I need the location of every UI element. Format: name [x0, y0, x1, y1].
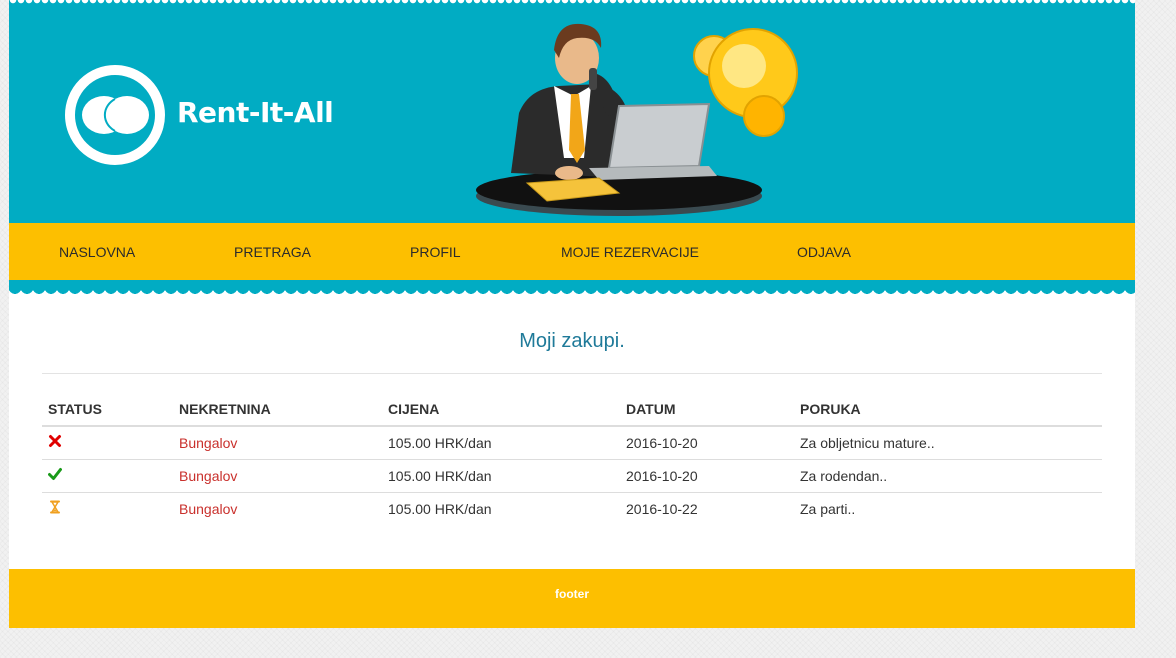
nav-item-pretraga[interactable]: PRETRAGA [234, 244, 311, 260]
column-header-datum: DATUM [620, 393, 794, 427]
date-cell: 2016-10-20 [620, 459, 794, 493]
column-header-cijena: CIJENA [382, 393, 620, 427]
nav-scallop-border [9, 280, 1135, 294]
header-scallop-border [9, 0, 1135, 6]
date-cell: 2016-10-20 [620, 426, 794, 460]
column-header-status: STATUS [42, 393, 173, 427]
page: Rent-It-All NASLOVNA PRETRAGA PROFIL MOJ… [9, 0, 1135, 628]
footer-text: footer [555, 587, 589, 601]
table-row: Bungalov 105.00 HRK/dan 2016-10-22 Za pa… [42, 493, 1102, 526]
footer: footer [9, 569, 1135, 628]
message-cell: Za rodendan.. [794, 459, 1102, 493]
nav-item-naslovna[interactable]: NASLOVNA [59, 244, 135, 260]
price-cell: 105.00 HRK/dan [388, 500, 492, 517]
header: Rent-It-All [9, 0, 1135, 223]
approved-icon [48, 468, 62, 480]
price-cell: 105.00 HRK/dan [382, 459, 620, 493]
table-row: Bungalov 105.00 HRK/dan 2016-10-20 Za ro… [42, 459, 1102, 493]
column-header-nekretnina: NEKRETNINA [173, 393, 382, 427]
property-link[interactable]: Bungalov [179, 468, 237, 484]
column-header-poruka: PORUKA [794, 393, 1102, 427]
nav-item-moje-rezervacije[interactable]: MOJE REZERVACIJE [561, 244, 699, 260]
logo-icon[interactable] [64, 64, 166, 166]
status-cell [42, 426, 173, 460]
rentals-table: STATUS NEKRETNINA CIJENA DATUM PORUKA Bu… [42, 393, 1102, 525]
message-cell: Za parti.. [800, 500, 856, 517]
message-cell: Za obljetnicu mature.. [794, 426, 1102, 460]
pending-icon [50, 500, 60, 514]
businessman-illustration [476, 23, 798, 216]
nav-item-odjava[interactable]: ODJAVA [797, 244, 851, 260]
divider [42, 373, 1102, 374]
property-link[interactable]: Bungalov [179, 501, 237, 517]
date-cell: 2016-10-22 [626, 500, 698, 517]
status-cell [42, 459, 173, 493]
nav-item-profil[interactable]: PROFIL [410, 244, 461, 260]
price-cell: 105.00 HRK/dan [382, 426, 620, 460]
page-title: Moji zakupi. [519, 330, 625, 352]
status-cell [42, 493, 173, 526]
property-link[interactable]: Bungalov [179, 435, 237, 451]
brand-name[interactable]: Rent-It-All [177, 96, 334, 129]
table-row: Bungalov 105.00 HRK/dan 2016-10-20 Za ob… [42, 426, 1102, 460]
rejected-icon [49, 435, 61, 447]
table-header-row: STATUS NEKRETNINA CIJENA DATUM PORUKA [42, 393, 1102, 427]
